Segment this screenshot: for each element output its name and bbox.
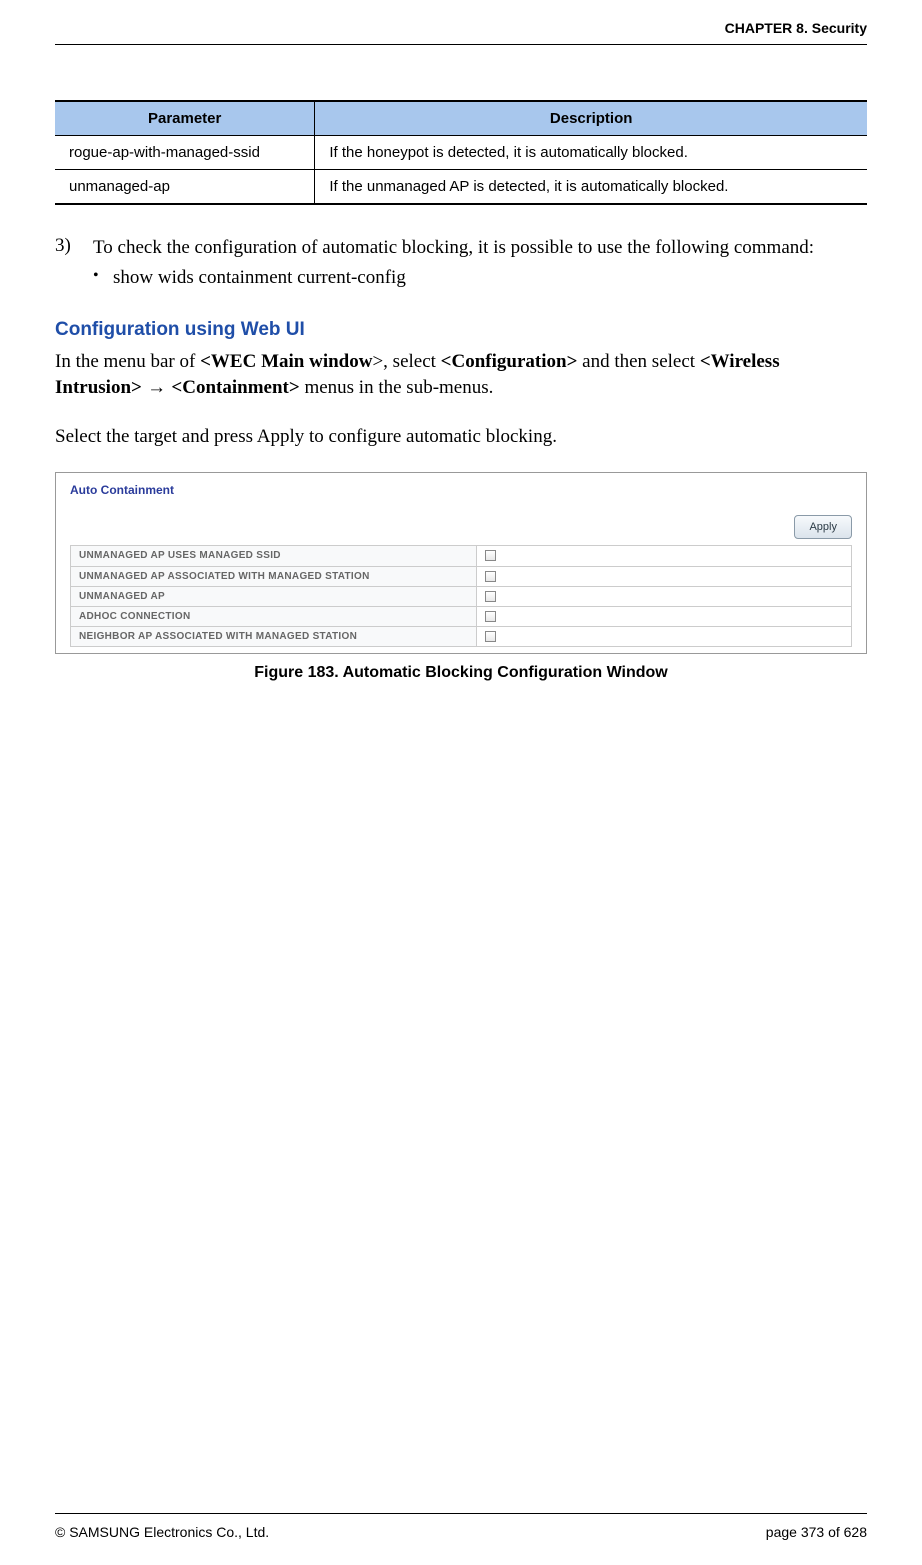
checkbox-icon[interactable] (485, 571, 496, 582)
text-bold: <WEC Main window (200, 351, 372, 372)
option-row: UNMANAGED AP USES MANAGED SSID (71, 546, 852, 566)
text-bold: <Containment> (171, 377, 299, 398)
text-fragment: menus in the sub-menus. (300, 377, 494, 398)
option-row: ADHOC CONNECTION (71, 606, 852, 626)
desc-cell: If the honeypot is detected, it is autom… (315, 136, 867, 170)
option-row: NEIGHBOR AP ASSOCIATED WITH MANAGED STAT… (71, 626, 852, 646)
arrow-icon: → (142, 377, 172, 398)
option-label: UNMANAGED AP (71, 586, 477, 606)
param-cell: rogue-ap-with-managed-ssid (55, 136, 315, 170)
step-3: 3) To check the configuration of automat… (55, 235, 867, 262)
checkbox-icon[interactable] (485, 550, 496, 561)
param-cell: unmanaged-ap (55, 170, 315, 205)
th-parameter: Parameter (55, 101, 315, 136)
step-3-bullet: • show wids containment current-config (93, 267, 867, 289)
apply-row: Apply (70, 515, 852, 539)
option-label: NEIGHBOR AP ASSOCIATED WITH MANAGED STAT… (71, 626, 477, 646)
step-number: 3) (55, 235, 93, 262)
option-label: UNMANAGED AP USES MANAGED SSID (71, 546, 477, 566)
option-check-cell (477, 606, 852, 626)
option-label: UNMANAGED AP ASSOCIATED WITH MANAGED STA… (71, 566, 477, 586)
page-header: CHAPTER 8. Security (55, 0, 867, 45)
section-heading: Configuration using Web UI (55, 319, 867, 341)
panel-title: Auto Containment (70, 483, 852, 497)
apply-button[interactable]: Apply (794, 515, 852, 539)
text-fragment: >, select (372, 351, 440, 372)
option-check-cell (477, 626, 852, 646)
option-check-cell (477, 586, 852, 606)
option-check-cell (477, 566, 852, 586)
chapter-title: CHAPTER 8. Security (725, 20, 867, 36)
section-paragraph-1: In the menu bar of <WEC Main window>, se… (55, 349, 867, 402)
parameter-table: Parameter Description rogue-ap-with-mana… (55, 100, 867, 205)
page-footer: © SAMSUNG Electronics Co., Ltd. page 373… (55, 1513, 867, 1565)
option-label: ADHOC CONNECTION (71, 606, 477, 626)
section-paragraph-2: Select the target and press Apply to con… (55, 424, 867, 451)
desc-cell: If the unmanaged AP is detected, it is a… (315, 170, 867, 205)
containment-options-table: UNMANAGED AP USES MANAGED SSID UNMANAGED… (70, 545, 852, 647)
auto-containment-panel: Auto Containment Apply UNMANAGED AP USES… (55, 472, 867, 654)
th-description: Description (315, 101, 867, 136)
option-row: UNMANAGED AP ASSOCIATED WITH MANAGED STA… (71, 566, 852, 586)
figure-caption: Figure 183. Automatic Blocking Configura… (55, 664, 867, 682)
checkbox-icon[interactable] (485, 591, 496, 602)
page-content: Parameter Description rogue-ap-with-mana… (55, 100, 867, 1513)
option-row: UNMANAGED AP (71, 586, 852, 606)
option-check-cell (477, 546, 852, 566)
bullet-text: show wids containment current-config (113, 267, 406, 289)
page-number: page 373 of 628 (766, 1524, 867, 1540)
copyright-text: © SAMSUNG Electronics Co., Ltd. (55, 1524, 269, 1540)
bullet-icon: • (93, 267, 113, 289)
checkbox-icon[interactable] (485, 631, 496, 642)
checkbox-icon[interactable] (485, 611, 496, 622)
text-fragment: In the menu bar of (55, 351, 200, 372)
table-row: unmanaged-ap If the unmanaged AP is dete… (55, 170, 867, 205)
text-bold: <Configuration> (441, 351, 578, 372)
text-fragment: and then select (577, 351, 699, 372)
step-text: To check the configuration of automatic … (93, 235, 867, 262)
table-row: rogue-ap-with-managed-ssid If the honeyp… (55, 136, 867, 170)
